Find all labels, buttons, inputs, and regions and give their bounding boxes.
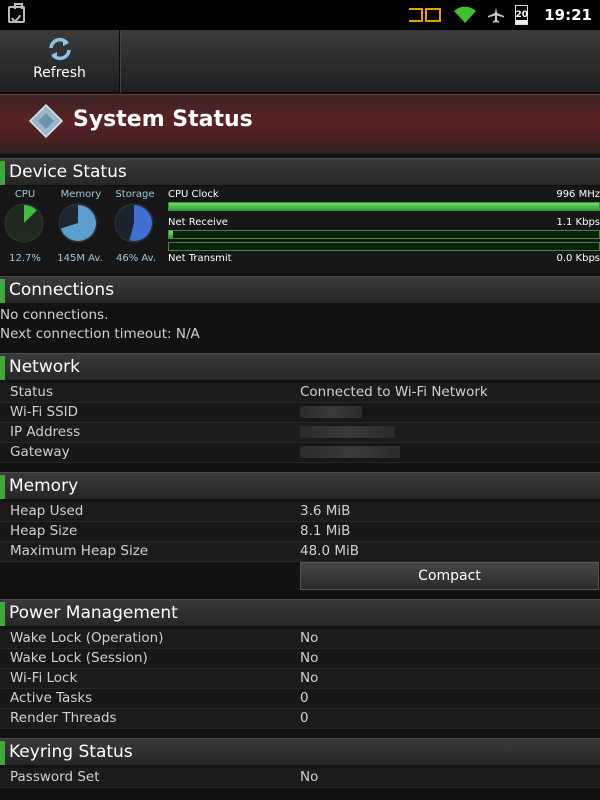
power-header: Power Management [0,599,600,627]
row-value: 0 [300,710,309,726]
clipboard-check-icon [8,3,25,23]
net-transmit-meter [168,242,600,251]
network-row-ssid: Wi-Fi SSID [0,403,600,423]
memory-title: Memory [9,476,79,496]
memory-gauge-label: Memory [60,189,102,200]
action-bar: Refresh [0,30,600,93]
connections-header: Connections [0,276,600,304]
connections-title: Connections [9,280,115,300]
memory-gauge [58,203,98,243]
row-value: 8.1 MiB [300,523,351,539]
power-row-render-threads: Render Threads 0 [0,709,600,729]
clock: 19:21 [544,6,592,24]
status-icons: 20 19:21 [409,0,592,30]
row-value: No [300,670,319,686]
row-value: Connected to Wi-Fi Network [300,384,488,400]
usb-icon [409,6,443,24]
net-receive-meter [168,230,600,239]
connection-timeout: Next connection timeout: N/A [0,326,200,342]
memory-row-heap-size: Heap Size 8.1 MiB [0,522,600,542]
net-transmit-value: 0.0 Kbps [556,253,600,264]
row-value: 48.0 MiB [300,543,360,559]
cpu-gauge [4,203,44,243]
cpu-clock-value: 996 MHz [556,189,600,200]
refresh-icon [47,36,73,62]
device-status-title: Device Status [9,162,127,182]
row-key: Maximum Heap Size [10,543,149,559]
page-title: System Status [73,107,253,132]
row-key: Wake Lock (Operation) [10,630,164,646]
storage-gauge-value: 46% Av. [116,253,156,264]
network-row-ip: IP Address [0,423,600,443]
keyring-title: Keyring Status [9,742,133,762]
network-row-gateway: Gateway [0,443,600,463]
row-key: Heap Size [10,523,78,539]
status-bar: 20 19:21 [0,0,600,30]
redacted-value [300,446,400,458]
row-key: Status [10,384,54,400]
power-row-wake-lock-session: Wake Lock (Session) No [0,649,600,669]
storage-gauge-label: Storage [115,189,155,200]
cpu-clock-label: CPU Clock [168,189,219,200]
row-key: Password Set [10,769,100,785]
network-row-status: Status Connected to Wi-Fi Network [0,383,600,403]
cpu-gauge-value: 12.7% [9,253,41,264]
connections-status: No connections. [0,307,109,323]
net-transmit-label: Net Transmit [168,253,232,264]
row-value: No [300,630,319,646]
keyring-header: Keyring Status [0,738,600,766]
power-row-wifi-lock: Wi-Fi Lock No [0,669,600,689]
row-key: Wi-Fi SSID [10,404,79,420]
power-row-wake-lock-operation: Wake Lock (Operation) No [0,629,600,649]
compact-button[interactable]: Compact [300,562,599,590]
keyring-row-password-set: Password Set No [0,768,600,788]
title-banner: System Status [0,94,600,154]
memory-gauge-value: 145M Av. [57,253,103,264]
memory-header: Memory [0,472,600,500]
row-key: Render Threads [10,710,117,726]
row-value: 0 [300,690,309,706]
refresh-button[interactable]: Refresh [0,30,120,93]
storage-gauge [114,203,154,243]
row-key: IP Address [10,424,81,440]
wifi-icon [453,6,477,24]
row-value: No [300,650,319,666]
power-row-active-tasks: Active Tasks 0 [0,689,600,709]
row-key: Gateway [10,444,70,460]
airplane-icon [487,6,505,24]
app-logo-icon [28,103,64,139]
refresh-label: Refresh [33,65,86,81]
device-status-header: Device Status [0,158,600,186]
redacted-value [300,426,395,438]
cpu-gauge-label: CPU [14,189,36,200]
net-receive-value: 1.1 Kbps [556,217,600,228]
row-value: 3.6 MiB [300,503,351,519]
network-header: Network [0,353,600,381]
battery-level: 20 [515,10,529,20]
memory-row-heap-used: Heap Used 3.6 MiB [0,502,600,522]
cpu-clock-meter [168,202,600,211]
battery-icon: 20 [515,5,529,25]
net-receive-label: Net Receive [168,217,228,228]
network-title: Network [9,357,80,377]
redacted-value [300,406,362,418]
power-title: Power Management [9,603,178,623]
row-key: Heap Used [10,503,84,519]
row-key: Active Tasks [10,690,93,706]
row-key: Wi-Fi Lock [10,670,78,686]
device-status-panel: CPU Memory Storage 12.7% 145M Av. 46% Av… [0,187,600,273]
memory-row-max-heap: Maximum Heap Size 48.0 MiB [0,542,600,562]
row-key: Wake Lock (Session) [10,650,148,666]
row-value: No [300,769,319,785]
